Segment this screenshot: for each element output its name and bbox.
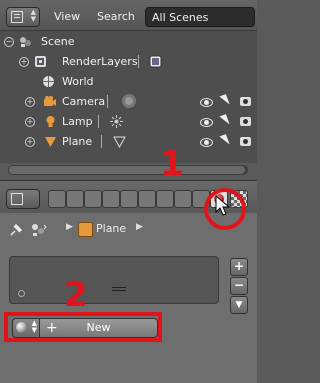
filter-icon[interactable] [18, 290, 25, 297]
mouse-cursor-icon [215, 195, 231, 216]
outliner-row-lamp[interactable]: + Lamp [0, 112, 257, 132]
visibility-eye-icon[interactable] [200, 118, 213, 127]
editor-type-button[interactable]: ▲ ▼ [6, 7, 40, 27]
annotation-rectangle [4, 312, 162, 342]
object-cube-icon [78, 222, 93, 237]
breadcrumb-arrow-icon: ▶ [136, 222, 143, 232]
add-material-slot-button[interactable]: + [230, 258, 248, 276]
display-mode-select[interactable]: All Scenes [145, 7, 255, 27]
visibility-eye-icon[interactable] [200, 138, 213, 147]
world-tab-icon[interactable] [102, 190, 120, 208]
constraints-tab-icon[interactable] [138, 190, 156, 208]
render-tab-camera-icon[interactable] [48, 190, 66, 208]
resize-grip-icon[interactable] [112, 287, 126, 288]
outliner-label: Camera [62, 95, 106, 108]
renderability-camera-icon[interactable] [240, 117, 251, 126]
selectability-cursor-icon[interactable] [219, 134, 230, 147]
annotation-step-2: 2 [64, 275, 88, 315]
outliner-label: Lamp [62, 115, 93, 128]
expand-icon[interactable]: + [19, 57, 29, 67]
separator [98, 115, 99, 128]
data-tab-icon[interactable] [174, 190, 192, 208]
collapse-icon[interactable]: − [4, 37, 14, 47]
scene-data-icon [32, 224, 47, 236]
outliner-scrollbar[interactable] [8, 165, 248, 175]
outliner-row-plane[interactable]: + Plane [0, 132, 257, 152]
selectability-cursor-icon[interactable] [219, 114, 230, 127]
scene-icon [20, 37, 31, 47]
outliner-tree: − Scene + RenderLayers World + Camera + … [0, 31, 257, 163]
properties-icon [11, 193, 23, 205]
visibility-eye-icon[interactable] [200, 98, 213, 107]
outliner-label: RenderLayers [62, 55, 138, 68]
outliner-label: Scene [41, 35, 75, 48]
material-slot-list[interactable] [9, 256, 219, 304]
renderlayer-data-icon [149, 55, 162, 68]
scene-tab-icon[interactable] [84, 190, 102, 208]
breadcrumb-object-label: Plane [96, 222, 127, 235]
separator [101, 135, 102, 148]
dropdown-arrows-icon: ▲ ▼ [30, 8, 36, 23]
renderlayers-icon [35, 56, 46, 67]
breadcrumb-arrow-icon: ▶ [66, 222, 73, 232]
outliner-label: World [62, 75, 94, 88]
object-tab-icon[interactable] [120, 190, 138, 208]
annotation-step-1: 1 [160, 144, 184, 184]
pin-icon[interactable] [9, 223, 23, 237]
renderability-camera-icon[interactable] [240, 97, 251, 106]
outliner-row-scene[interactable]: − Scene [0, 32, 257, 52]
mesh-data-icon [113, 136, 126, 148]
render-layers-tab-icon[interactable] [66, 190, 84, 208]
camera-data-icon [122, 94, 136, 108]
expand-icon[interactable]: + [25, 97, 35, 107]
outliner-label: Plane [62, 135, 93, 148]
mesh-object-icon [45, 137, 56, 147]
separator [107, 95, 108, 108]
outliner-header: ▲ ▼ View Search All Scenes [0, 0, 257, 31]
lamp-object-icon [46, 116, 55, 127]
lamp-data-icon [110, 115, 123, 128]
scrollbar-thumb[interactable] [9, 166, 245, 174]
separator [138, 55, 139, 68]
camera-object-icon [44, 96, 56, 106]
remove-material-slot-button[interactable]: − [230, 277, 248, 295]
expand-icon[interactable]: + [25, 137, 35, 147]
outliner-row-camera[interactable]: + Camera [0, 92, 257, 112]
material-specials-button[interactable]: ▼ [230, 296, 248, 314]
outliner-row-renderlayers[interactable]: + RenderLayers [0, 52, 257, 72]
selectability-cursor-icon[interactable] [219, 94, 230, 107]
outliner-icon [11, 11, 23, 23]
expand-icon[interactable]: + [25, 117, 35, 127]
world-icon [43, 76, 54, 87]
search-menu[interactable]: Search [97, 10, 135, 23]
properties-editor-button[interactable] [6, 189, 40, 209]
modifiers-wrench-icon[interactable] [156, 190, 174, 208]
outliner-row-world[interactable]: World [0, 72, 257, 92]
renderability-camera-icon[interactable] [240, 137, 251, 146]
view-menu[interactable]: View [54, 10, 80, 23]
